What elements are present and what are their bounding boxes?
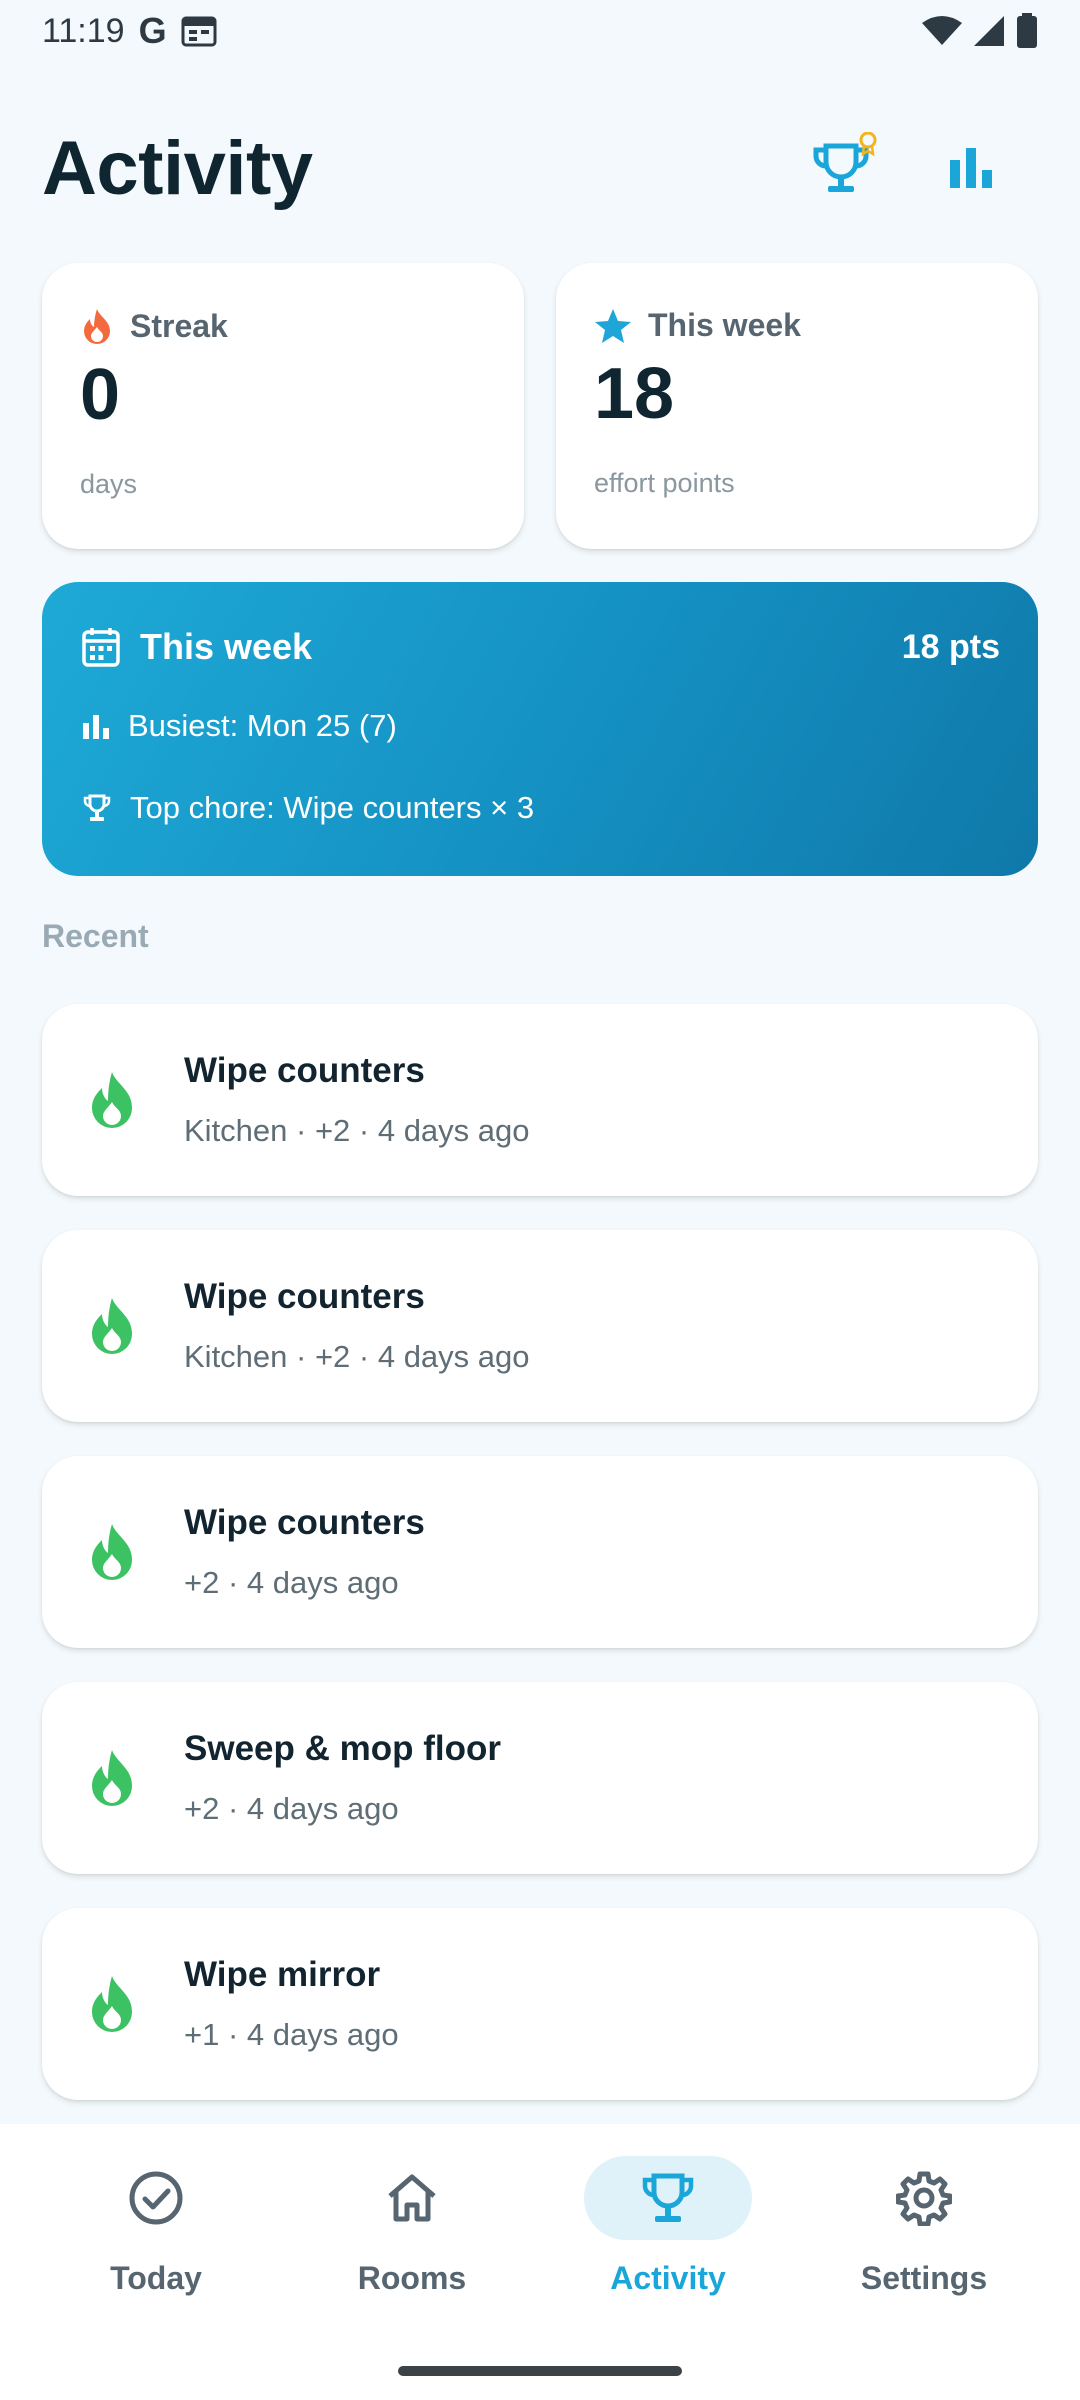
nav-label-activity: Activity (610, 2260, 726, 2296)
list-item-subtitle: Kitchen · +2 · 4 days ago (184, 1113, 530, 1148)
bar-chart-icon (950, 148, 992, 188)
flame-icon (92, 1750, 132, 1806)
status-left: 11:19 G (42, 10, 217, 52)
flame-icon (92, 1072, 132, 1128)
streak-label: Streak (130, 307, 228, 344)
header: Activity (42, 118, 1038, 218)
header-actions (808, 132, 1038, 204)
list-item-title: Wipe counters (184, 1051, 425, 1090)
status-time: 11:19 (42, 11, 125, 50)
trophy-icon (642, 2173, 694, 2222)
home-icon (388, 2174, 436, 2222)
page-title: Activity (42, 125, 313, 211)
list-item-title: Wipe counters (184, 1503, 425, 1542)
week-points-card: This week 18 effort points (556, 263, 1038, 549)
nav-icon-wrap (840, 2156, 1008, 2240)
flame-icon (92, 1524, 132, 1580)
list-item-title: Wipe mirror (184, 1955, 381, 1994)
recent-list: Wipe counters Kitchen · +2 · 4 days ago … (42, 1004, 1038, 2134)
week-points-value: 18 (594, 354, 675, 434)
week-summary-title-wrap: This week (82, 626, 312, 668)
top-chore-row: Top chore: Wipe counters × 3 (82, 790, 1000, 826)
list-item[interactable]: Wipe mirror +1 · 4 days ago (42, 1908, 1038, 2100)
list-item[interactable]: Wipe counters +2 · 4 days ago (42, 1456, 1038, 1648)
flame-icon (92, 1976, 132, 2032)
list-item-subtitle: +1 · 4 days ago (184, 2017, 399, 2052)
stats-button[interactable] (936, 132, 1008, 204)
list-item[interactable]: Wipe counters Kitchen · +2 · 4 days ago (42, 1230, 1038, 1422)
gear-icon (896, 2171, 952, 2226)
nav-tab-activity[interactable]: Activity (548, 2156, 788, 2400)
week-points-unit: effort points (594, 468, 735, 498)
bar-chart-icon (83, 715, 109, 739)
wifi-icon (922, 16, 962, 45)
battery-icon (1017, 13, 1037, 48)
calendar-icon (82, 628, 120, 667)
nav-icon-wrap (328, 2156, 496, 2240)
nav-label-today: Today (110, 2260, 202, 2296)
home-indicator[interactable] (398, 2366, 682, 2376)
nav-icon-wrap-active (584, 2156, 752, 2240)
week-points-label: This week (648, 307, 801, 343)
busiest-day-text: Busiest: Mon 25 (7) (128, 708, 397, 743)
status-right (922, 13, 1038, 49)
flame-icon (92, 1298, 132, 1354)
bottom-nav: Today Rooms Activity Settings (0, 2124, 1080, 2400)
google-icon: G (138, 10, 167, 51)
streak-value: 0 (80, 355, 121, 435)
streak-card: Streak 0 days (42, 263, 524, 549)
list-item[interactable]: Wipe counters Kitchen · +2 · 4 days ago (42, 1004, 1038, 1196)
list-item-subtitle: Kitchen · +2 · 4 days ago (184, 1339, 530, 1374)
list-item[interactable]: Sweep & mop floor +2 · 4 days ago (42, 1682, 1038, 1874)
list-item-subtitle: +2 · 4 days ago (184, 1791, 399, 1826)
list-item-title: Wipe counters (184, 1277, 425, 1316)
busiest-day-row: Busiest: Mon 25 (7) (82, 708, 1000, 744)
week-summary-points: 18 pts (901, 627, 1000, 666)
week-summary-header: This week 18 pts (82, 626, 1000, 668)
star-icon (595, 308, 631, 343)
trophy-badge-icon (813, 132, 877, 192)
streak-unit: days (80, 469, 138, 499)
nav-tab-today[interactable]: Today (36, 2156, 276, 2400)
check-circle-icon (129, 2171, 183, 2225)
calendar-notification-icon (181, 16, 217, 47)
stat-cards: Streak 0 days This week 18 effort points (42, 263, 1038, 549)
nav-label-settings: Settings (860, 2260, 988, 2296)
signal-icon (974, 16, 1004, 46)
nav-tab-settings[interactable]: Settings (804, 2156, 1044, 2400)
list-item-text: Wipe counters Kitchen · +2 · 4 days ago (184, 1277, 530, 1375)
recent-section-label: Recent (42, 918, 149, 954)
week-points-label-row: This week (594, 307, 1000, 344)
list-item-title: Sweep & mop floor (184, 1729, 501, 1768)
list-item-subtitle: +2 · 4 days ago (184, 1565, 399, 1600)
list-item-text: Wipe counters Kitchen · +2 · 4 days ago (184, 1051, 530, 1149)
list-item-text: Wipe counters +2 · 4 days ago (184, 1503, 425, 1601)
achievements-button[interactable] (808, 132, 880, 204)
streak-label-row: Streak (80, 307, 486, 345)
week-summary-title: This week (140, 626, 313, 667)
nav-icon-wrap (72, 2156, 240, 2240)
flame-icon (84, 309, 110, 344)
top-chore-text: Top chore: Wipe counters × 3 (130, 790, 535, 825)
status-bar: 11:19 G (0, 0, 1080, 62)
list-item-text: Wipe mirror +1 · 4 days ago (184, 1955, 399, 2053)
trophy-icon (83, 794, 111, 821)
list-item-text: Sweep & mop floor +2 · 4 days ago (184, 1729, 501, 1827)
nav-label-rooms: Rooms (357, 2260, 467, 2296)
nav-tab-rooms[interactable]: Rooms (292, 2156, 532, 2400)
week-summary-card: This week 18 pts Busiest: Mon 25 (7) Top… (42, 582, 1038, 876)
